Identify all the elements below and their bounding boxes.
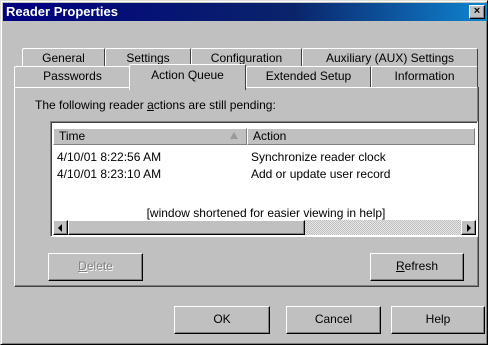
column-header-action[interactable]: Action [247, 128, 475, 145]
tab-label: General [42, 51, 85, 65]
pending-actions-label: The following reader actions are still p… [35, 98, 276, 112]
horizontal-scrollbar[interactable] [53, 220, 476, 235]
help-button[interactable]: Help [391, 306, 485, 334]
refresh-button[interactable]: Refresh [370, 253, 464, 281]
tab-label: Passwords [43, 69, 102, 83]
right-arrow-icon [467, 224, 471, 232]
scroll-left-button[interactable] [53, 220, 68, 235]
tab-extended-setup[interactable]: Extended Setup [246, 66, 371, 88]
tab-action-queue[interactable]: Action Queue [129, 64, 246, 90]
row-1-time[interactable]: 4/10/01 8:22:56 AM [57, 150, 161, 164]
scroll-thumb[interactable] [68, 220, 305, 235]
tab-general[interactable]: General [22, 48, 105, 68]
row-1-action[interactable]: Synchronize reader clock [251, 150, 386, 164]
tab-auxiliary-settings[interactable]: Auxiliary (AUX) Settings [302, 48, 478, 68]
row-2-action[interactable]: Add or update user record [251, 167, 390, 181]
tab-passwords[interactable]: Passwords [14, 66, 131, 88]
scroll-right-button[interactable] [461, 220, 476, 235]
tab-label: Action Queue [151, 68, 224, 82]
close-icon: × [473, 5, 481, 17]
shortened-window-note: [window shortened for easier viewing in … [146, 206, 386, 220]
close-button[interactable]: × [469, 5, 485, 19]
cancel-button[interactable]: Cancel [286, 306, 381, 334]
left-arrow-icon [58, 224, 62, 232]
delete-button[interactable]: Delete [48, 253, 143, 281]
window-title: Reader Properties [6, 4, 118, 19]
tab-label: Configuration [210, 51, 283, 65]
tab-label: Information [394, 69, 455, 83]
reader-properties-dialog: Reader Properties × General Settings Con… [0, 0, 488, 345]
ok-button[interactable]: OK [174, 306, 270, 334]
row-2-time[interactable]: 4/10/01 8:23:10 AM [57, 167, 161, 181]
title-bar[interactable]: Reader Properties × [3, 3, 487, 21]
column-header-time[interactable]: Time [53, 128, 247, 145]
tab-label: Extended Setup [265, 69, 352, 83]
tab-label: Settings [126, 51, 170, 65]
tab-label: Auxiliary (AUX) Settings [325, 51, 455, 65]
tab-information[interactable]: Information [371, 66, 478, 88]
sort-ascending-icon [230, 132, 238, 139]
